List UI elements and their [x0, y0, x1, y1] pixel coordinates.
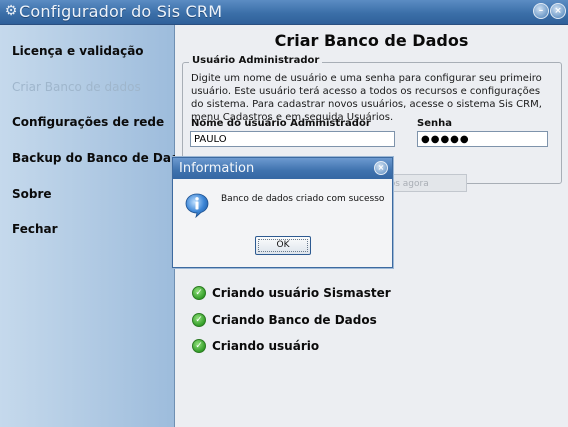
step-label: Criando Banco de Dados [212, 313, 377, 327]
sidebar-item-backup[interactable]: Backup do Banco de Dados [12, 151, 195, 165]
dialog-message: Banco de dados criado com sucesso [221, 194, 385, 204]
sidebar-item-criar-banco: Criar Banco de dados [12, 80, 141, 94]
password-input[interactable]: ●●●●● [417, 131, 548, 147]
sidebar-item-configuracoes-rede[interactable]: Configurações de rede [12, 115, 164, 129]
username-input[interactable]: PAULO [190, 131, 395, 147]
group-title: Usuário Administrador [189, 55, 323, 66]
step-label: Criando usuário Sismaster [212, 286, 391, 300]
minimize-button[interactable]: – [533, 3, 549, 19]
step-label: Criando usuário [212, 339, 320, 353]
ok-button[interactable]: OK [255, 236, 311, 255]
window-title: Configurador do Sis CRM [19, 2, 223, 21]
sidebar-item-fechar[interactable]: Fechar [12, 222, 58, 236]
information-dialog: Information × Banco de dados criado com … [172, 157, 393, 268]
dialog-close-button[interactable]: × [374, 161, 388, 175]
username-label: Nome do usuário Administrador [191, 118, 371, 129]
check-icon: ✓ [192, 286, 206, 300]
ok-button-label: OK [258, 239, 308, 252]
title-bar: ⚙ Configurador do Sis CRM – × [0, 0, 568, 25]
check-icon: ✓ [192, 339, 206, 353]
dialog-title: Information [179, 161, 255, 176]
check-icon: ✓ [192, 313, 206, 327]
close-icon: × [554, 6, 562, 16]
sidebar-item-sobre[interactable]: Sobre [12, 187, 52, 201]
page-title: Criar Banco de Dados [274, 31, 469, 50]
description-text: Digite um nome de usuário e uma senha pa… [191, 73, 542, 123]
sidebar-item-licenca[interactable]: Licença e validação [12, 44, 144, 58]
dialog-title-bar: Information × [173, 158, 392, 179]
sidebar: Licença e validação Criar Banco de dados… [0, 25, 195, 427]
close-button[interactable]: × [550, 3, 566, 19]
info-icon [185, 193, 209, 218]
gear-icon: ⚙ [4, 3, 18, 19]
close-icon: × [377, 163, 385, 172]
minimize-icon: – [538, 6, 544, 16]
password-label: Senha [417, 118, 452, 129]
